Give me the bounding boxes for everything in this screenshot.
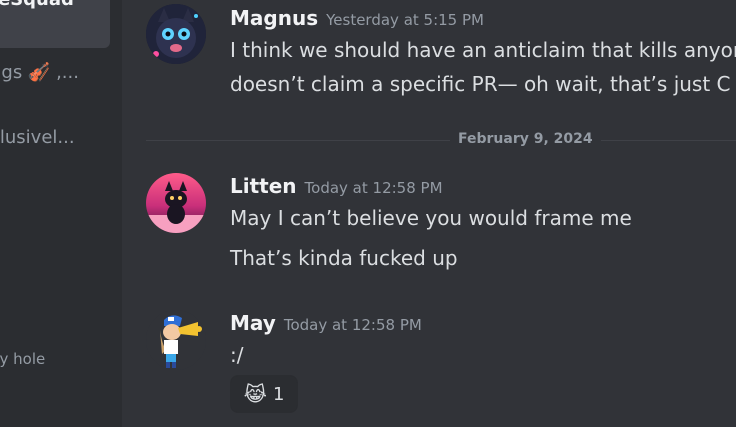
- message-text: That’s kinda fucked up: [230, 246, 458, 270]
- message-text: :/: [230, 343, 244, 367]
- message-text: doesn’t claim a specific PR— oh wait, th…: [230, 72, 731, 96]
- message-timestamp: Yesterday at 5:15 PM: [326, 11, 484, 29]
- chat-messages: Magnus Yesterday at 5:15 PM I think we sh…: [122, 0, 736, 427]
- message-author[interactable]: May: [230, 311, 276, 335]
- date-divider-label: February 9, 2024: [450, 131, 601, 147]
- message-timestamp: Today at 12:58 PM: [283, 316, 422, 334]
- wolf-avatar-icon: [146, 4, 206, 64]
- message-author[interactable]: Litten: [230, 174, 297, 198]
- avatar[interactable]: [146, 173, 206, 233]
- trainer-avatar-icon: [146, 310, 206, 370]
- message-header: Litten Today at 12:58 PM: [230, 174, 443, 198]
- date-divider: [146, 140, 736, 141]
- message-author[interactable]: Magnus: [230, 6, 318, 30]
- reaction-count: 1: [272, 383, 285, 405]
- cat-tears-of-joy-icon: 😹: [243, 382, 267, 406]
- dm-item-active[interactable]: eSquad: [0, 0, 110, 48]
- dm-sidebar: eSquad ngs 🎻 ,... clusivel... ny hole: [0, 0, 122, 427]
- message-header: May Today at 12:58 PM: [230, 311, 422, 335]
- message-timestamp: Today at 12:58 PM: [304, 179, 443, 197]
- dm-item[interactable]: clusivel...: [0, 127, 75, 148]
- dm-item[interactable]: ny hole: [0, 350, 45, 368]
- avatar[interactable]: [146, 310, 206, 370]
- reaction-button[interactable]: 😹 1: [230, 375, 298, 413]
- dm-item[interactable]: ngs 🎻 ,...: [0, 62, 79, 83]
- message-text: May I can’t believe you would frame me: [230, 206, 632, 230]
- avatar[interactable]: [146, 4, 206, 64]
- dm-item-label: eSquad: [0, 0, 74, 10]
- message-text: I think we should have an anticlaim that…: [230, 38, 736, 62]
- cat-avatar-icon: [146, 173, 206, 233]
- message-header: Magnus Yesterday at 5:15 PM: [230, 6, 484, 30]
